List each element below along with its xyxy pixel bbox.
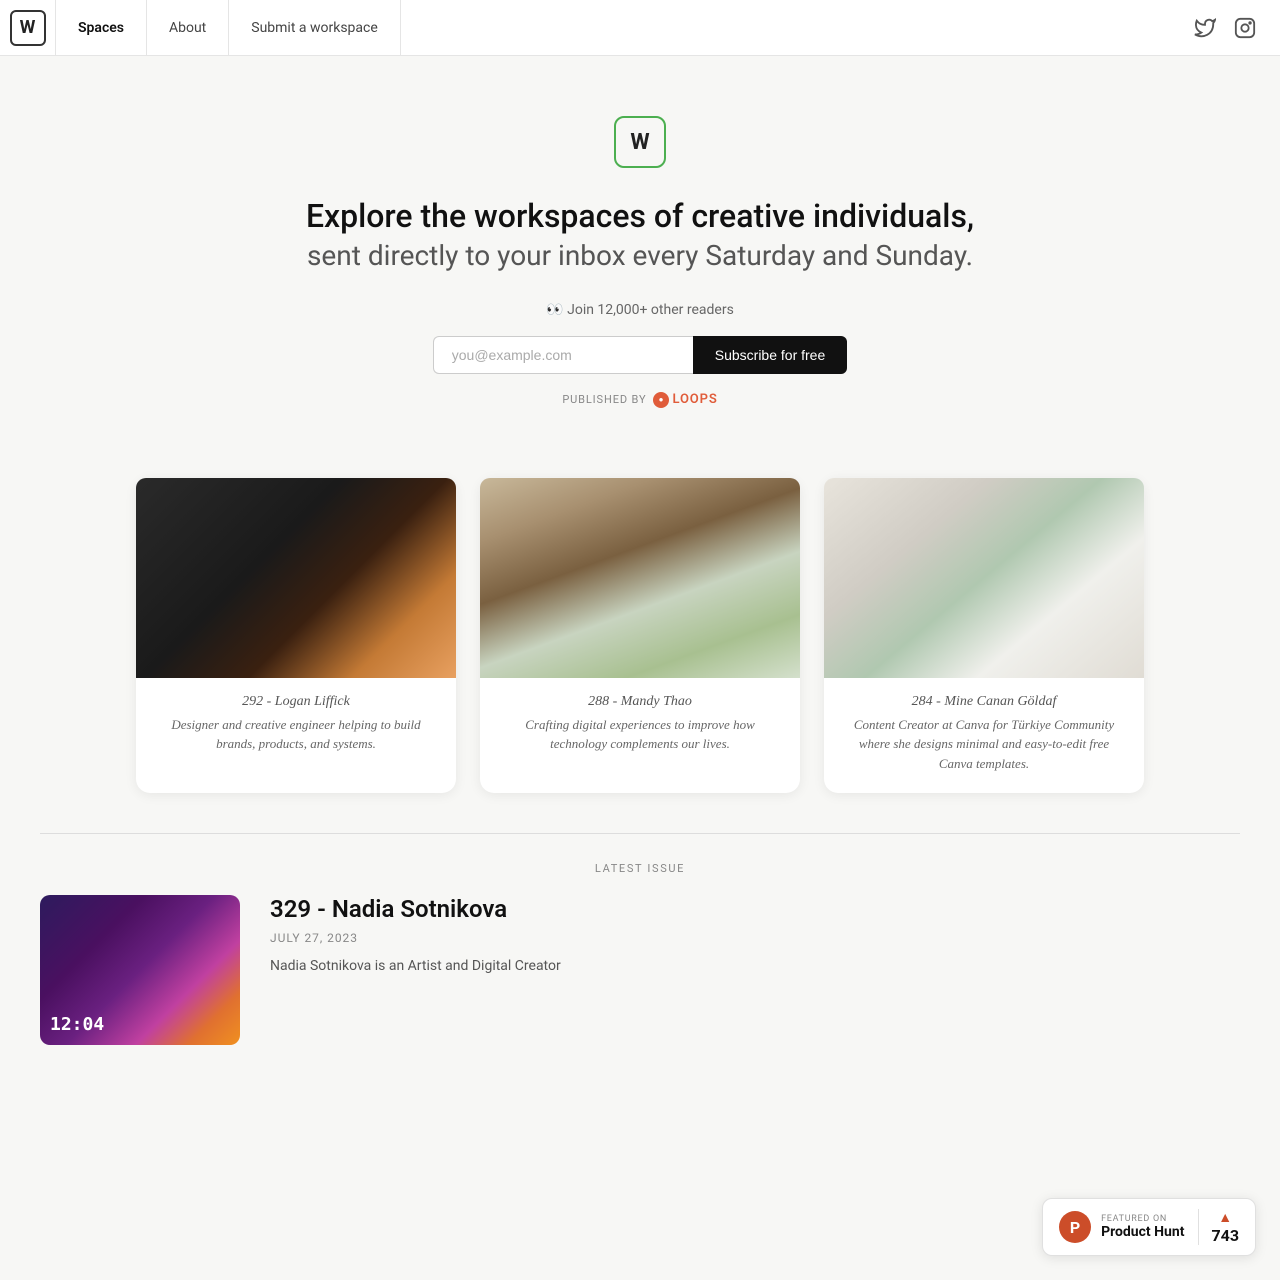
nav-socials [1194,17,1280,39]
nav-logo[interactable]: W [0,0,56,56]
subscribe-button[interactable]: Subscribe for free [693,336,848,374]
latest-content: 329 - Nadia Sotnikova JULY 27, 2023 Nadi… [270,895,1240,977]
hero-form: Subscribe for free [433,336,848,374]
latest-item[interactable]: 12:04 329 - Nadia Sotnikova JULY 27, 202… [40,895,1240,1045]
nav-link-submit[interactable]: Submit a workspace [229,0,401,56]
latest-title: 329 - Nadia Sotnikova [270,895,1240,923]
logo-letter: W [20,17,36,38]
hero-title: Explore the workspaces of creative indiv… [306,196,974,238]
card-2-image [480,478,800,678]
ph-arrow-icon: ▲ [1218,1209,1232,1226]
card-2-body: 288 - Mandy Thao Crafting digital experi… [480,678,800,754]
card-2[interactable]: 288 - Mandy Thao Crafting digital experi… [480,478,800,794]
product-hunt-icon: P [1059,1211,1091,1243]
product-hunt-text: FEATURED ON Product Hunt [1101,1214,1184,1240]
ph-count: ▲ 743 [1198,1209,1239,1245]
card-1-image [136,478,456,678]
latest-date: JULY 27, 2023 [270,931,1240,945]
ph-name: Product Hunt [1101,1224,1184,1240]
section-label: LATEST ISSUE [0,834,1280,895]
nav-link-about[interactable]: About [147,0,229,56]
hero-section: W Explore the workspaces of creative ind… [0,56,1280,448]
featured-cards: 292 - Logan Liffick Designer and creativ… [0,448,1280,834]
latest-section: 12:04 329 - Nadia Sotnikova JULY 27, 202… [0,895,1280,1105]
email-input[interactable] [433,336,693,374]
loops-dot: ● [653,392,669,408]
instagram-icon[interactable] [1234,17,1256,39]
nav-link-spaces[interactable]: Spaces [56,0,147,56]
loops-logo[interactable]: ● Loops [653,392,717,408]
card-3-number: 284 - Mine Canan Göldaf [842,694,1126,710]
card-1[interactable]: 292 - Logan Liffick Designer and creativ… [136,478,456,794]
logo-box: W [10,10,46,46]
navbar: W Spaces About Submit a workspace [0,0,1280,56]
hero-readers: 👀 Join 12,000+ other readers [546,302,734,318]
card-1-body: 292 - Logan Liffick Designer and creativ… [136,678,456,754]
hero-subtitle: sent directly to your inbox every Saturd… [307,238,973,274]
twitter-icon[interactable] [1194,17,1216,39]
hero-logo: W [614,116,666,168]
card-3-desc: Content Creator at Canva for Türkiye Com… [842,715,1126,774]
ph-featured-label: FEATURED ON [1101,1214,1184,1224]
card-3-body: 284 - Mine Canan Göldaf Content Creator … [824,678,1144,774]
card-3[interactable]: 284 - Mine Canan Göldaf Content Creator … [824,478,1144,794]
ph-number: 743 [1211,1226,1239,1245]
card-2-number: 288 - Mandy Thao [498,694,782,710]
nav-links: Spaces About Submit a workspace [56,0,1194,56]
card-2-desc: Crafting digital experiences to improve … [498,715,782,754]
published-by: PUBLISHED BY ● Loops [562,392,717,408]
card-1-desc: Designer and creative engineer helping t… [154,715,438,754]
card-1-number: 292 - Logan Liffick [154,694,438,710]
latest-issue-image: 12:04 [40,895,240,1045]
card-3-image [824,478,1144,678]
product-hunt-badge[interactable]: P FEATURED ON Product Hunt ▲ 743 [1042,1198,1256,1256]
latest-clock: 12:04 [50,1014,104,1035]
latest-desc: Nadia Sotnikova is an Artist and Digital… [270,955,1240,977]
